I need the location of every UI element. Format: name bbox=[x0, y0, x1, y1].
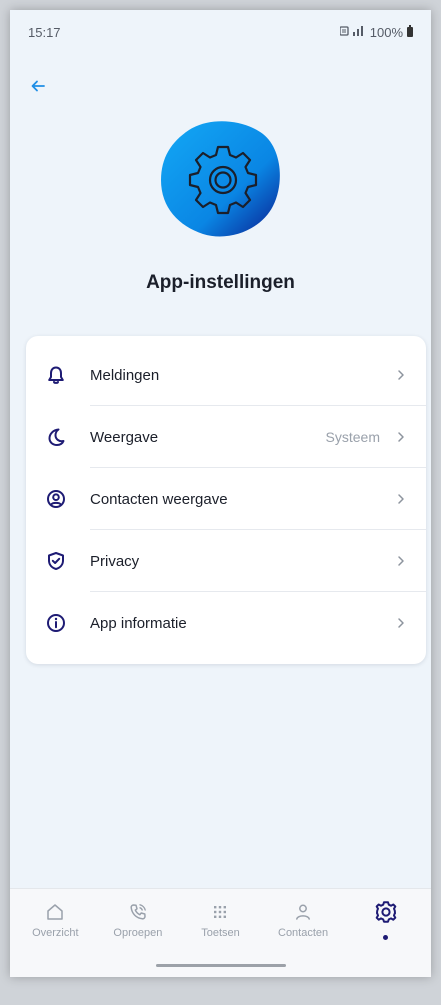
moon-icon bbox=[44, 425, 68, 449]
status-bar: 15:17 100% bbox=[10, 10, 431, 54]
active-indicator-dot bbox=[383, 935, 389, 940]
settings-item-label: Meldingen bbox=[90, 366, 160, 384]
nav-item-oproepen[interactable]: Oproepen bbox=[100, 901, 176, 940]
nav-item-settings[interactable] bbox=[348, 901, 424, 940]
bottom-navigation: Overzicht Oproepen Toetsen Contacten bbox=[10, 888, 431, 977]
nav-label: Toetsen bbox=[201, 927, 240, 939]
settings-item-value: Systeem bbox=[325, 429, 380, 445]
settings-item-meldingen[interactable]: Meldingen bbox=[26, 344, 426, 406]
page-title: App-instellingen bbox=[146, 272, 295, 293]
signal-icon bbox=[339, 25, 366, 40]
settings-item-weergave[interactable]: Weergave Systeem bbox=[26, 406, 426, 468]
bell-icon bbox=[44, 363, 68, 387]
chevron-right-icon bbox=[394, 431, 408, 443]
nav-item-contacten[interactable]: Contacten bbox=[265, 901, 341, 940]
nav-label: Overzicht bbox=[32, 927, 79, 939]
battery-level: 100% bbox=[369, 24, 403, 40]
chevron-right-icon bbox=[394, 493, 408, 505]
home-icon bbox=[44, 901, 66, 923]
settings-item-contacten-weergave[interactable]: Contacten weergave bbox=[26, 468, 426, 530]
shield-check-icon bbox=[44, 549, 68, 573]
chevron-right-icon bbox=[394, 369, 408, 381]
person-icon bbox=[292, 901, 314, 923]
nav-label: Contacten bbox=[278, 927, 329, 939]
home-indicator[interactable] bbox=[155, 964, 286, 967]
chevron-right-icon bbox=[394, 617, 408, 629]
chevron-right-icon bbox=[394, 555, 408, 567]
contact-circle-icon bbox=[44, 487, 68, 511]
settings-item-label: Weergave bbox=[90, 428, 159, 446]
info-icon bbox=[44, 611, 68, 635]
gear-icon bbox=[375, 901, 397, 923]
battery-icon bbox=[407, 25, 413, 37]
phone-icon bbox=[127, 901, 149, 923]
settings-list: Meldingen Weergave Systeem Contacten wee… bbox=[26, 336, 426, 664]
settings-hero-illustration bbox=[10, 118, 431, 240]
nav-item-overzicht[interactable]: Overzicht bbox=[17, 901, 93, 940]
settings-item-app-informatie[interactable]: App informatie bbox=[26, 592, 426, 654]
app-screen: 15:17 100% App-instellingen Meldingen We… bbox=[10, 10, 431, 977]
status-time: 15:17 bbox=[28, 24, 61, 40]
status-indicators: 100% bbox=[339, 24, 413, 40]
settings-item-label: App informatie bbox=[90, 614, 187, 632]
settings-item-privacy[interactable]: Privacy bbox=[26, 530, 426, 592]
gear-blob-icon bbox=[160, 121, 280, 237]
nav-item-toetsen[interactable]: Toetsen bbox=[182, 901, 258, 940]
nav-label: Oproepen bbox=[113, 927, 163, 939]
settings-item-label: Contacten weergave bbox=[90, 490, 228, 508]
arrow-left-icon bbox=[31, 80, 45, 92]
keypad-icon bbox=[209, 901, 231, 923]
settings-item-label: Privacy bbox=[90, 552, 140, 570]
back-button[interactable] bbox=[26, 74, 50, 98]
